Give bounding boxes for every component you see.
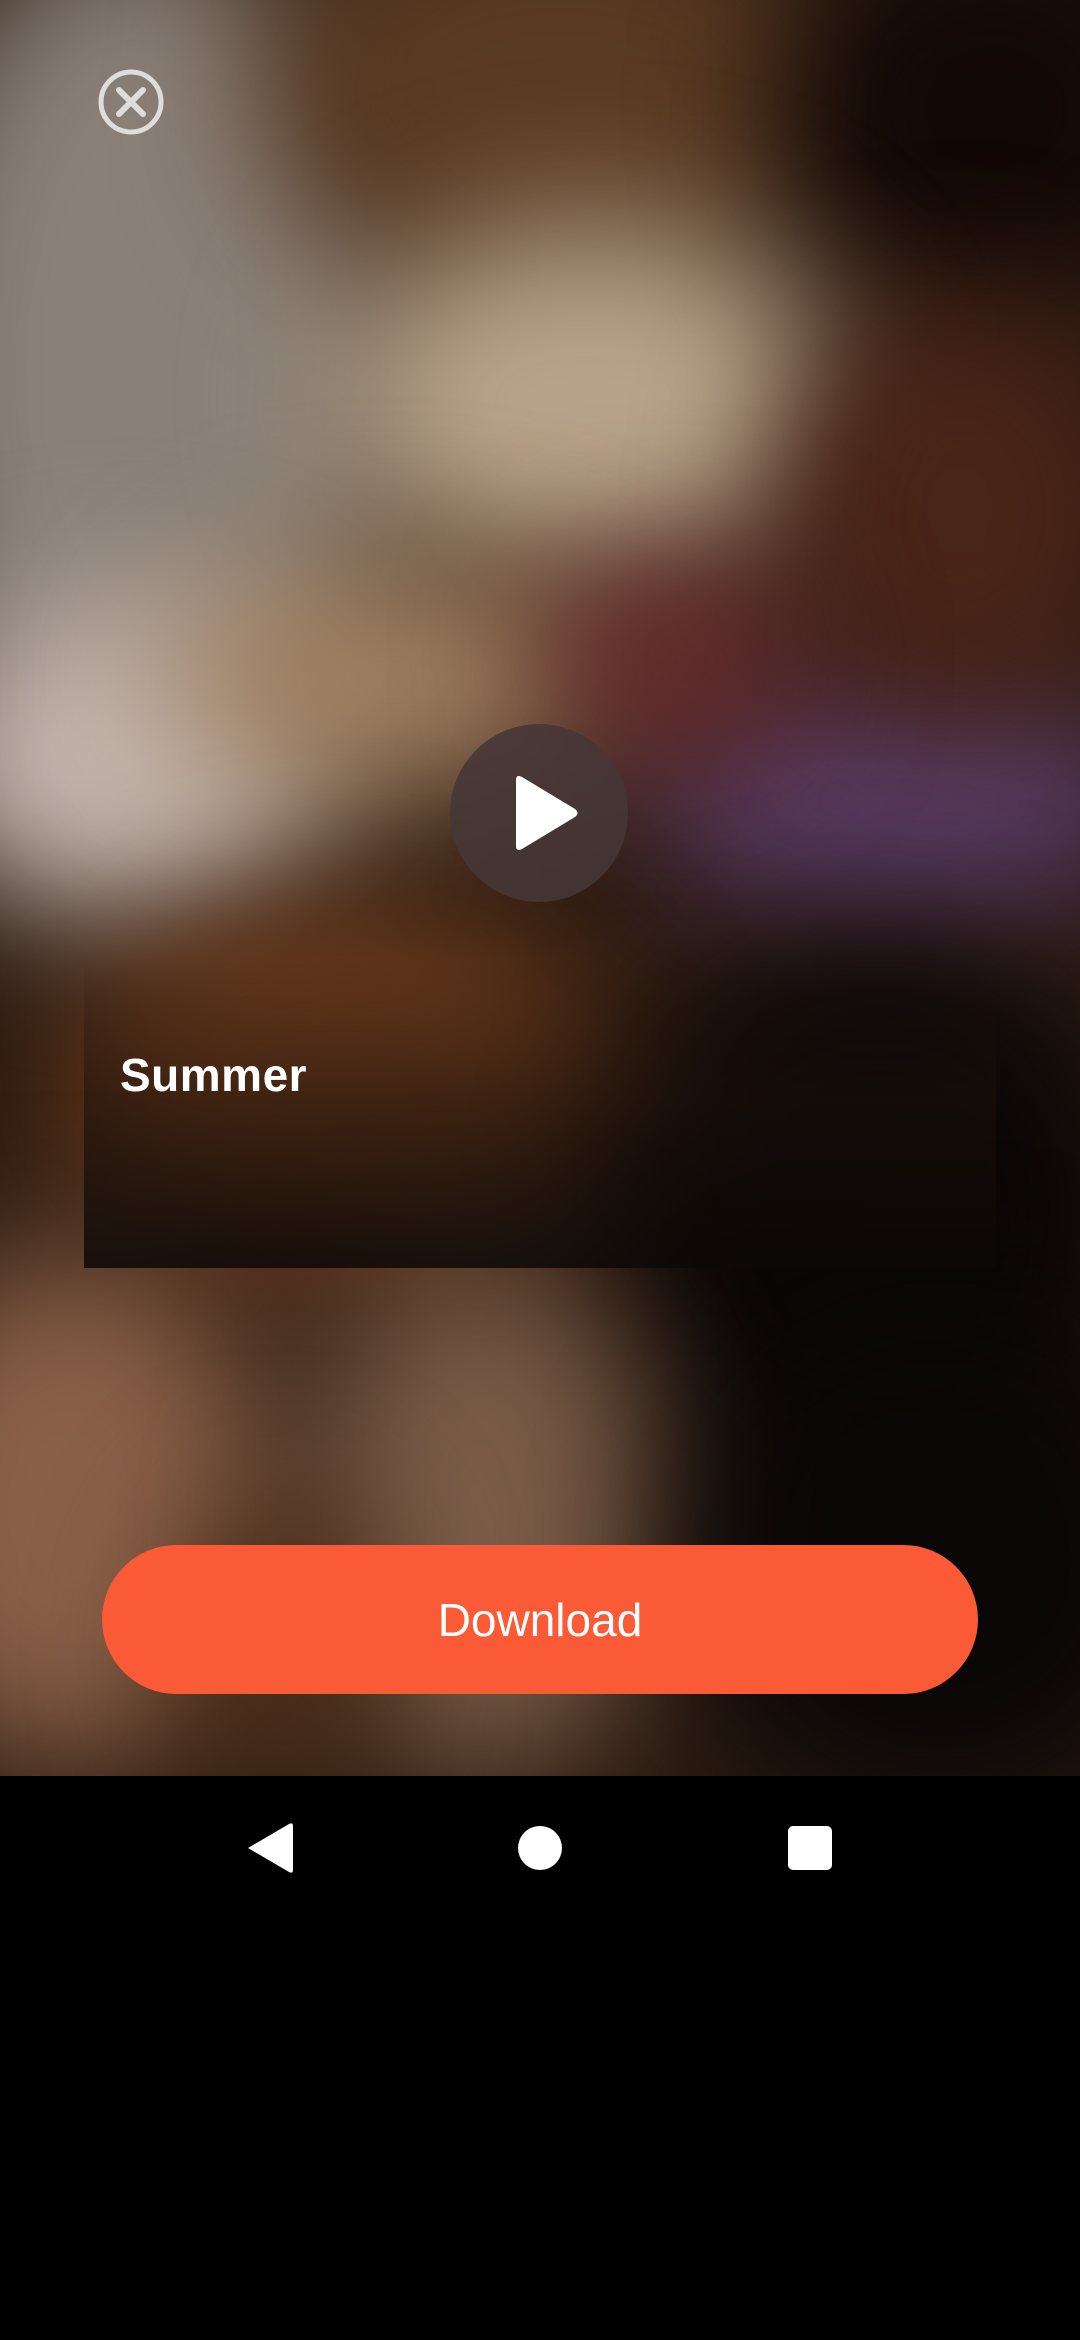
- nav-home-button[interactable]: [468, 1776, 612, 1920]
- preview-card-shade: [84, 960, 996, 1268]
- preview-title: Summer: [120, 1049, 308, 1101]
- close-button[interactable]: [97, 68, 165, 136]
- play-button[interactable]: [450, 724, 628, 902]
- triangle-back-icon: [248, 1823, 293, 1873]
- close-circle-icon: [98, 69, 164, 135]
- video-preview-screen: Summer Download: [0, 0, 1080, 2340]
- circle-home-icon: [518, 1826, 562, 1870]
- nav-recents-button[interactable]: [738, 1776, 882, 1920]
- download-button[interactable]: Download: [102, 1545, 978, 1694]
- nav-back-button[interactable]: [196, 1776, 340, 1920]
- play-icon: [516, 776, 578, 850]
- system-navigation-bar: [0, 1776, 1080, 1920]
- square-recents-icon: [788, 1826, 832, 1870]
